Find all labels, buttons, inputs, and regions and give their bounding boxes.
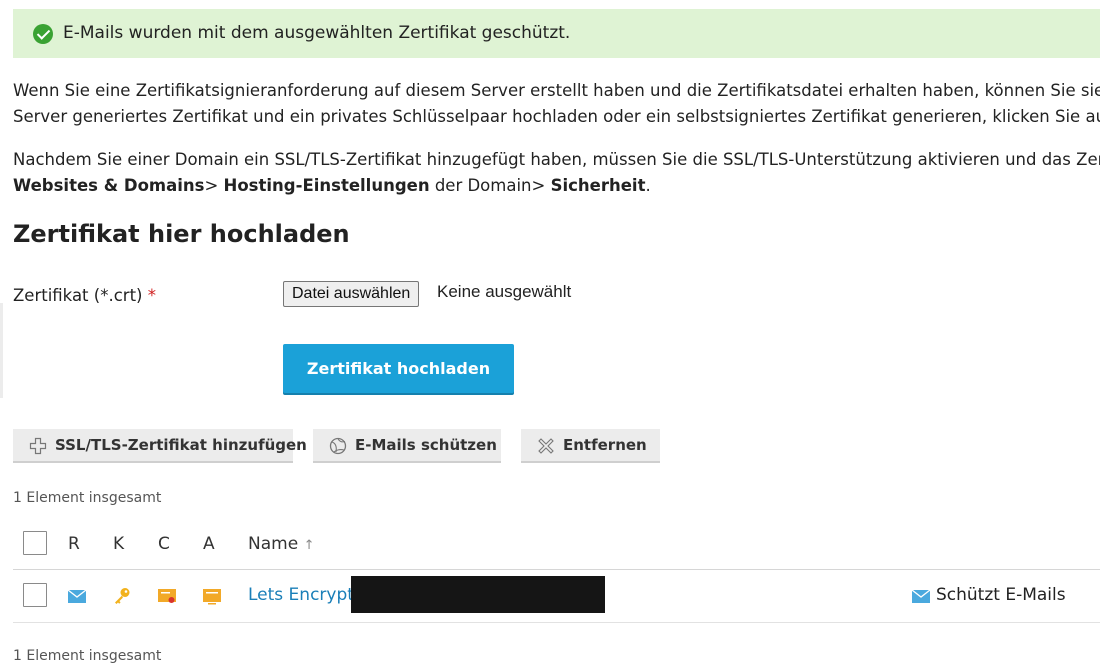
table-header: R K C A Name ↑ [13, 520, 1100, 570]
column-name[interactable]: Name ↑ [248, 534, 314, 554]
item-count-top: 1 Element insgesamt [13, 490, 162, 506]
alert-message: E-Mails wurden mit dem ausgewählten Zert… [63, 23, 571, 43]
plus-icon [29, 437, 47, 455]
intro-paragraph-2: Nachdem Sie einer Domain ein SSL/TLS-Zer… [13, 147, 1100, 199]
redacted-block [351, 576, 605, 613]
remove-button[interactable]: Entfernen [521, 429, 660, 463]
left-edge-divider [0, 303, 3, 398]
protect-emails-button[interactable]: E-Mails schützen [313, 429, 501, 463]
column-a[interactable]: A [203, 534, 215, 554]
remove-x-icon [538, 438, 554, 454]
breadcrumb-websites-domains: Websites & Domains [13, 176, 205, 195]
protect-emails-label: E-Mails schützen [355, 436, 497, 454]
row-checkbox[interactable] [23, 583, 47, 607]
mail-icon [67, 589, 87, 603]
intro-line-2: Server generiertes Zertifikat und ein pr… [13, 107, 1100, 126]
intro-line-3: Nachdem Sie einer Domain ein SSL/TLS-Zer… [13, 150, 1100, 169]
required-marker: * [147, 286, 156, 305]
breadcrumb-sep: > [204, 176, 224, 195]
breadcrumb-hosting-settings: Hosting-Einstellungen [223, 176, 430, 195]
intro-line-1: Wenn Sie eine Zertifikatsignieranforderu… [13, 81, 1100, 100]
sort-up-icon: ↑ [303, 538, 315, 553]
table-row: Lets Encrypt Schützt E-Mails [13, 571, 1100, 623]
column-r[interactable]: R [68, 534, 80, 554]
breadcrumb-end: . [645, 176, 651, 195]
column-c[interactable]: C [158, 534, 170, 554]
select-all-checkbox[interactable] [23, 531, 47, 555]
ca-certificate-icon [203, 589, 221, 605]
add-ssl-certificate-label: SSL/TLS-Zertifikat hinzufügen [55, 436, 307, 454]
key-icon [115, 588, 130, 604]
certificate-field-label: Zertifikat (*.crt) * [13, 286, 156, 305]
upload-certificate-button[interactable]: Zertifikat hochladen [283, 344, 514, 393]
column-name-label: Name [248, 534, 299, 554]
choose-file-button[interactable]: Datei auswählen [283, 281, 420, 307]
certificate-label-text: Zertifikat (*.crt) [13, 286, 143, 305]
intro-paragraph-1: Wenn Sie eine Zertifikatsignieranforderu… [13, 78, 1100, 130]
success-alert: E-Mails wurden mit dem ausgewählten Zert… [13, 9, 1100, 58]
column-k[interactable]: K [113, 534, 124, 554]
remove-label: Entfernen [563, 436, 647, 454]
upload-section-title: Zertifikat hier hochladen [13, 220, 350, 248]
add-ssl-certificate-button[interactable]: SSL/TLS-Zertifikat hinzufügen [13, 429, 307, 463]
check-circle-icon [33, 24, 53, 44]
file-status-text: Keine ausgewählt [437, 282, 572, 301]
breadcrumb-security: Sicherheit [550, 176, 646, 195]
certificate-name-link[interactable]: Lets Encrypt [248, 585, 354, 605]
mail-status-icon [911, 589, 931, 603]
certificate-icon [158, 589, 176, 603]
globe-icon [329, 437, 347, 455]
protection-status: Schützt E-Mails [936, 585, 1066, 605]
item-count-bottom: 1 Element insgesamt [13, 648, 162, 664]
breadcrumb-mid: der Domain> [429, 176, 551, 195]
